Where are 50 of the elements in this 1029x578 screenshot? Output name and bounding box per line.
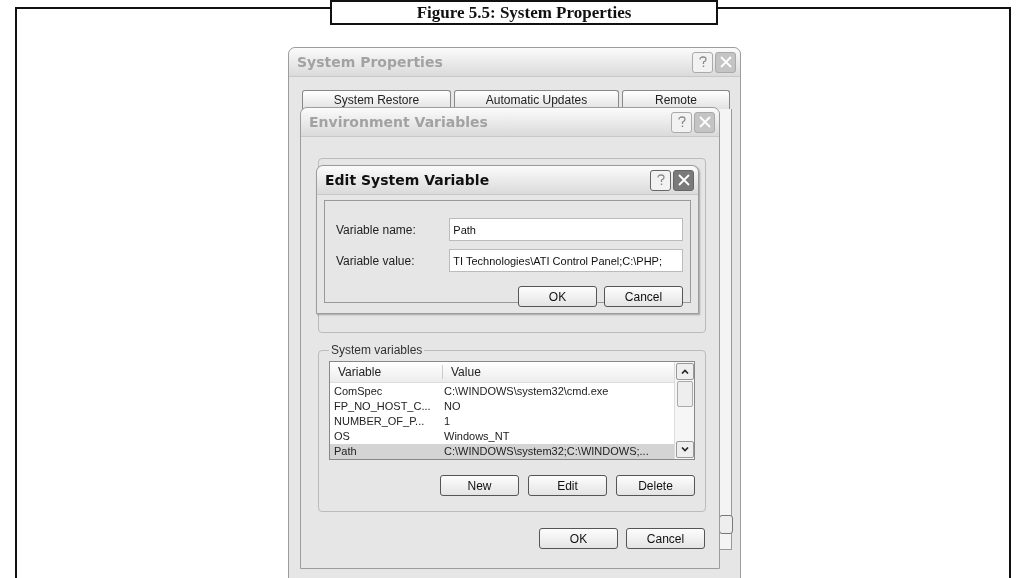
close-icon: [677, 174, 690, 186]
table-row[interactable]: FP_NO_HOST_C... NO: [330, 398, 674, 414]
button[interactable]: New: [440, 475, 519, 496]
button[interactable]: OK: [539, 528, 618, 549]
close-button[interactable]: [673, 169, 694, 191]
field-label: Variable value:: [336, 253, 416, 268]
caret-up-icon: [681, 369, 689, 374]
button[interactable]: Cancel: [626, 528, 705, 549]
table-cell-text: NO: [443, 399, 462, 412]
button[interactable]: OK: [518, 286, 597, 307]
input-field[interactable]: TI Technologies\ATI Control Panel;C:\PHP;: [449, 249, 683, 272]
table-cell-text: C:\WINDOWS\system32\cmd.exe: [443, 384, 610, 397]
question-mark-icon: [677, 116, 686, 128]
table-cell-text: NUMBER_OF_P...: [333, 415, 426, 427]
button[interactable]: Edit: [528, 475, 607, 496]
close-icon: [719, 56, 732, 68]
question-mark-icon: [698, 56, 707, 68]
input-field[interactable]: Path: [449, 218, 683, 241]
figure-caption: Figure 5.5: System Properties: [416, 2, 632, 23]
close-icon: [698, 116, 711, 128]
help-button[interactable]: [650, 169, 671, 191]
group-label: System variables: [330, 343, 424, 357]
scroll-up-button[interactable]: [676, 363, 694, 380]
window-title: System Properties: [297, 54, 444, 70]
field-label: Variable name:: [336, 222, 417, 237]
table-cell-text: Path: [333, 445, 358, 458]
button[interactable]: Cancel: [604, 286, 683, 307]
question-mark-icon: [656, 174, 665, 186]
table-cell-text: C:\WINDOWS\system32;C:\WINDOWS;...: [443, 445, 650, 458]
window-title: Environment Variables: [309, 114, 489, 130]
tab[interactable]: System Restore: [302, 90, 451, 109]
column-header[interactable]: Value: [443, 365, 674, 379]
help-button[interactable]: [671, 111, 692, 133]
scrollbar-thumb[interactable]: [677, 381, 693, 407]
table-cell-text: FP_NO_HOST_C...: [333, 399, 432, 412]
scroll-down-button[interactable]: [676, 441, 694, 458]
help-button[interactable]: [692, 51, 713, 73]
table-cell-text: Windows_NT: [443, 430, 511, 443]
table-cell-text: ComSpec: [333, 384, 384, 397]
table-row[interactable]: OS Windows_NT: [330, 428, 674, 444]
table-row[interactable]: ComSpec C:\WINDOWS\system32\cmd.exe: [330, 383, 674, 399]
caret-down-icon: [681, 447, 689, 452]
table-row[interactable]: Path C:\WINDOWS\system32;C:\WINDOWS;...: [330, 443, 674, 459]
tab[interactable]: Remote: [622, 90, 730, 109]
column-header[interactable]: Variable: [330, 365, 443, 379]
table-row[interactable]: NUMBER_OF_P... 1: [330, 413, 674, 429]
table-cell-text: 1: [443, 415, 452, 427]
button[interactable]: Delete: [616, 475, 695, 496]
table-cell-text: OS: [333, 430, 351, 443]
window-title: Edit System Variable: [325, 172, 491, 188]
